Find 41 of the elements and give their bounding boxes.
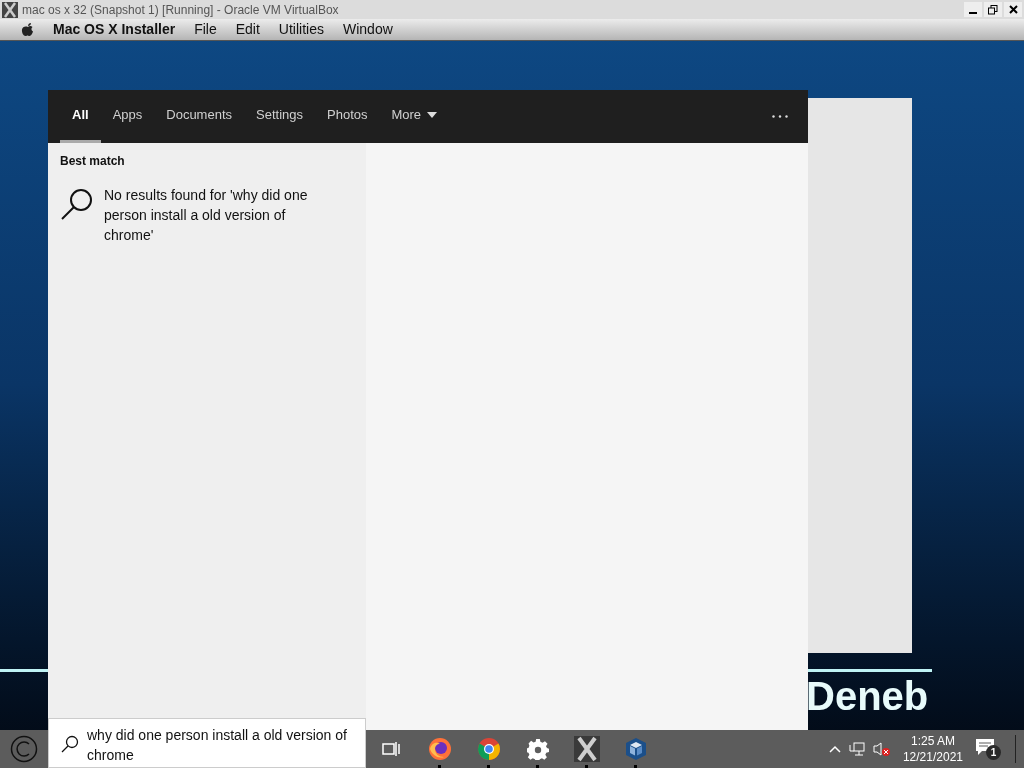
section-heading: Best match (60, 153, 126, 170)
restore-icon (988, 4, 998, 15)
menu-item[interactable]: Window (343, 19, 393, 40)
settings-icon[interactable] (526, 738, 549, 760)
x-logo-icon[interactable] (573, 736, 600, 762)
search-icon (60, 187, 94, 221)
caret-icon (427, 112, 438, 118)
circled-c-icon (10, 735, 38, 763)
app-name[interactable]: Mac OS X Installer (53, 19, 176, 40)
filter-tab[interactable]: Apps (100, 90, 155, 143)
chevron-up-icon[interactable] (828, 745, 841, 753)
x-logo-icon (2, 1, 18, 18)
ellipsis-icon (772, 115, 788, 118)
window-title: mac os x 32 (Snapshot 1) [Running] - Oracle VM VirtualBox (22, 1, 339, 19)
volume-muted-icon[interactable] (872, 742, 891, 756)
minimize-icon (969, 12, 977, 14)
search-icon (61, 735, 79, 753)
fox-globe-icon[interactable] (427, 737, 452, 761)
close-icon (1008, 5, 1018, 14)
filter-tab[interactable]: Settings (244, 90, 315, 143)
menu-item[interactable]: File (194, 19, 217, 40)
restore-button[interactable] (984, 2, 1002, 17)
tricolor-circle-icon[interactable] (476, 737, 501, 761)
no-results-message: No results found for 'why did one person install a old version of chrome' (104, 186, 309, 245)
desktop-label: Deneb (806, 676, 929, 716)
search-box[interactable]: why did one person install a old version of chrome (48, 718, 366, 768)
clock-time[interactable]: 1:25 AM (910, 733, 955, 749)
network-icon[interactable] (848, 742, 865, 756)
glow-line (0, 669, 48, 672)
filter-tab[interactable]: More (379, 90, 450, 143)
menu-item[interactable]: Utilities (278, 19, 324, 40)
cube-icon[interactable] (623, 737, 648, 761)
task-view-icon[interactable] (381, 741, 400, 757)
close-button[interactable] (1004, 2, 1022, 17)
filter-tab[interactable]: Documents (154, 90, 244, 143)
clock-date[interactable]: 12/21/2021 (902, 749, 963, 765)
menu-item[interactable]: Edit (235, 19, 260, 40)
apple-icon[interactable] (21, 21, 35, 38)
minimize-button[interactable] (964, 2, 982, 17)
filter-tab[interactable]: Photos (315, 90, 380, 143)
notification-count: 1 (986, 745, 1001, 760)
